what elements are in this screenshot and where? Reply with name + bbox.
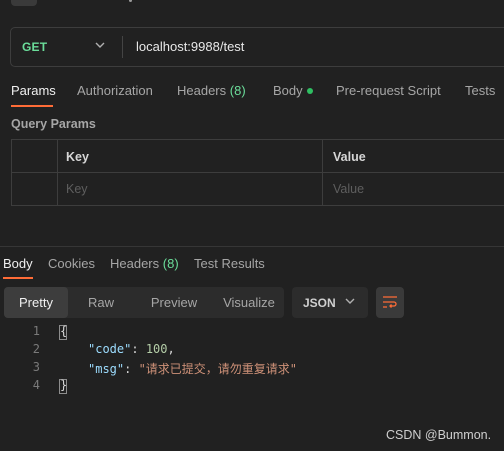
code-line: 4 } (0, 378, 504, 396)
view-preview-button[interactable]: Preview (134, 287, 214, 318)
body-indicator-dot (306, 88, 313, 94)
tab-headers-label: Headers (177, 83, 227, 98)
json-colon: : (124, 362, 139, 376)
method-select[interactable]: GET (22, 40, 47, 54)
chevron-down-icon (345, 298, 355, 304)
view-pretty-button[interactable]: Pretty (4, 287, 68, 318)
code-content: "msg": "请求已提交，请勿重复请求" (88, 360, 297, 377)
view-visualize-button[interactable]: Visualize (214, 287, 284, 318)
tab-headers[interactable]: Headers (8) (177, 83, 246, 98)
line-number: 3 (32, 360, 40, 374)
response-tab-headers-label: Headers (110, 256, 160, 271)
line-number: 2 (32, 342, 40, 356)
column-divider (322, 140, 323, 172)
active-tab-underline (11, 105, 53, 107)
request-tabs: Params Authorization Headers (8) Body Pr… (0, 83, 504, 105)
column-header-key: Key (66, 150, 89, 164)
response-tab-test-results[interactable]: Test Results (194, 256, 265, 271)
url-bar: GET localhost:9988/test (10, 27, 504, 67)
response-tab-cookies[interactable]: Cookies (48, 256, 95, 271)
tab-headers-count: (8) (229, 83, 246, 98)
tab-tests[interactable]: Tests (465, 83, 495, 98)
close-brace: } (60, 378, 68, 392)
code-line: 3 "msg": "请求已提交，请勿重复请求" (0, 360, 504, 378)
wrap-lines-icon (383, 296, 397, 308)
tab-body-label: Body (273, 83, 303, 98)
wrap-lines-button[interactable] (376, 287, 404, 318)
tab-pre-request-script[interactable]: Pre-request Script (336, 83, 441, 98)
table-row: Key Value (12, 173, 504, 206)
value-input[interactable]: Value (333, 182, 364, 196)
code-line: 2 "code": 100, (0, 342, 504, 360)
response-tab-headers[interactable]: Headers (8) (110, 256, 179, 271)
url-input[interactable]: localhost:9988/test (136, 39, 244, 54)
view-raw-button[interactable]: Raw (68, 287, 134, 318)
chevron-down-icon[interactable] (95, 42, 105, 49)
open-brace: { (60, 324, 68, 338)
response-tab-headers-count: (8) (162, 256, 179, 271)
json-comma: , (167, 342, 175, 356)
json-colon: : (131, 342, 146, 356)
column-divider (57, 173, 58, 206)
line-number: 4 (32, 378, 40, 392)
tab-body[interactable]: Body (273, 83, 313, 98)
watermark: CSDN @Bummon. (386, 428, 492, 442)
response-tab-body[interactable]: Body (3, 256, 33, 271)
json-key: "code" (88, 342, 132, 356)
code-content: "code": 100, (88, 342, 175, 356)
column-divider (57, 140, 58, 172)
json-value: 100 (145, 342, 168, 356)
column-divider (322, 173, 323, 206)
key-input[interactable]: Key (66, 182, 88, 196)
line-number: 1 (32, 324, 40, 338)
query-params-table: Key Value Key Value (11, 139, 504, 206)
table-header-row: Key Value (12, 140, 504, 173)
url-divider (122, 36, 123, 58)
format-select-value: JSON (303, 296, 336, 310)
query-params-title: Query Params (11, 117, 96, 131)
tab-params[interactable]: Params (11, 83, 56, 98)
column-header-value: Value (333, 150, 366, 164)
tab-authorization[interactable]: Authorization (77, 83, 153, 98)
json-key: "msg" (88, 362, 125, 376)
view-mode-toggle: Pretty Raw Preview Visualize (4, 287, 284, 318)
code-line: 1 { (0, 324, 504, 342)
back-arrow-icon[interactable] (11, 0, 37, 6)
active-response-tab-underline (3, 277, 33, 279)
pane-divider[interactable] (0, 246, 504, 247)
breadcrumb-separator (129, 0, 132, 2)
format-select[interactable]: JSON (292, 287, 368, 318)
json-value: "请求已提交，请勿重复请求" (138, 362, 298, 376)
